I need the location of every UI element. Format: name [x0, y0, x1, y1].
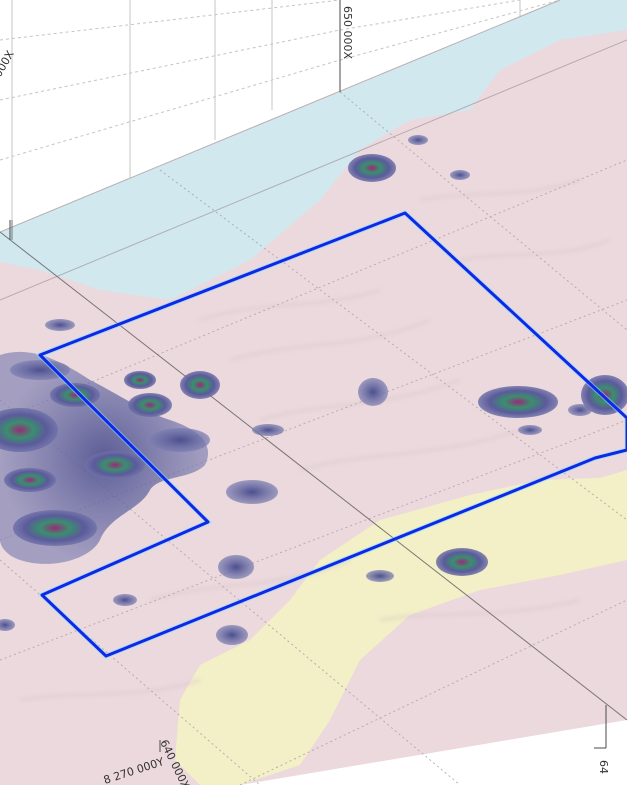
anomaly-north	[348, 154, 396, 182]
anomaly-i	[113, 594, 137, 606]
anomaly-c	[478, 386, 558, 418]
anomaly-core-9	[124, 371, 156, 389]
anomaly-core-4	[128, 393, 172, 417]
anomaly-p	[568, 404, 592, 416]
anomaly-core-3	[85, 451, 145, 479]
anomaly-core-6	[4, 468, 56, 492]
anomaly-f	[218, 555, 254, 579]
anomaly-core-8	[150, 428, 210, 452]
anomaly-l	[45, 319, 75, 331]
northing-label-left: 000X	[0, 48, 17, 80]
anomaly-j	[450, 170, 470, 180]
anomaly-b	[358, 378, 388, 406]
anomaly-m	[252, 424, 284, 436]
easting-label-top: 650 000X	[341, 6, 354, 59]
anomaly-k	[408, 135, 428, 145]
anomaly-core-1	[13, 510, 97, 546]
anomaly-h	[216, 625, 248, 645]
anomaly-n	[366, 570, 394, 582]
3d-map-scene[interactable]: 650 000X 000X 8 270 000Y 640 000X 64	[0, 0, 627, 785]
anomaly-g	[436, 548, 488, 576]
anomaly-a	[180, 371, 220, 399]
anomaly-q	[518, 425, 542, 435]
corner-label-right: 64	[597, 760, 610, 774]
anomaly-e	[226, 480, 278, 504]
